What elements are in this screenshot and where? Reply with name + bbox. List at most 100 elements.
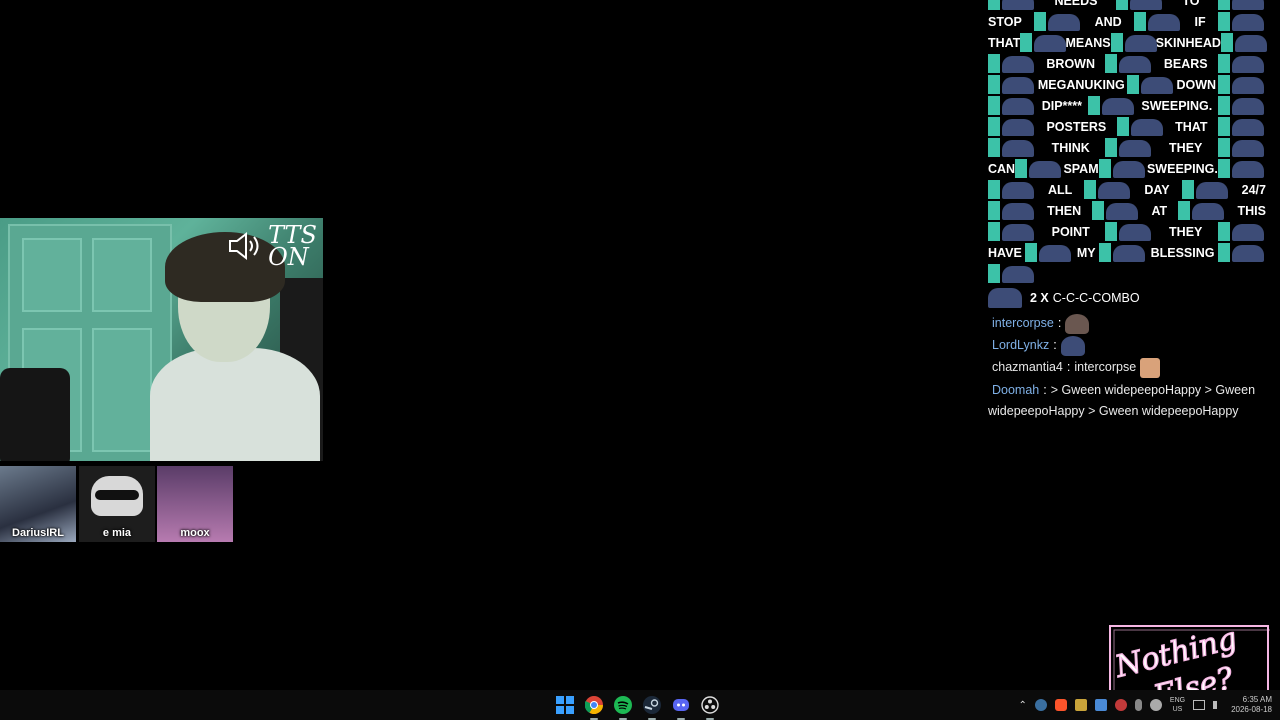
chat-message: LordLynkz: <box>992 335 1085 356</box>
spam-word: THAT <box>1175 119 1208 134</box>
start-icon[interactable] <box>555 695 575 715</box>
steam-tray-icon[interactable] <box>1034 699 1047 711</box>
discord-icon[interactable] <box>671 695 691 720</box>
emote-icon <box>1217 222 1266 241</box>
app-tray-icon[interactable] <box>1074 699 1087 711</box>
participant-tile[interactable]: DariusIRL <box>0 466 76 542</box>
spam-word: MEGANUKING <box>1037 77 1125 92</box>
spam-line: POSTERS THAT <box>988 116 1266 137</box>
spam-line: ALL DAY 24/7 <box>988 179 1266 200</box>
chat-text: > Gween widepeepoHappy > Gween <box>1050 383 1256 397</box>
spam-word: THINK <box>1051 140 1090 155</box>
spam-word: CAN <box>988 161 1016 176</box>
emote-icon <box>1181 180 1230 199</box>
spam-word: THEY <box>1169 224 1203 239</box>
chevron-up-icon[interactable]: ⌃ <box>1019 700 1027 711</box>
chat-username[interactable]: chazmantia4 <box>992 357 1063 378</box>
tts-state: ON <box>268 243 309 271</box>
spam-word: ALL <box>1048 182 1073 197</box>
spam-word: STOP <box>988 14 1022 29</box>
network-icon[interactable] <box>1193 700 1206 710</box>
clock-time: 6:35 AM <box>1242 695 1272 704</box>
emote-icon <box>1015 159 1063 178</box>
chat-overlay: NEEDS TO STOP AND IF THAT MEANS SKINHEAD BROWN BE… <box>988 0 1273 430</box>
participant-name: e mia <box>102 527 132 539</box>
webcam-feed: TTS ON <box>0 218 323 461</box>
participant-name: DariusIRL <box>12 527 64 539</box>
spam-line: THINK THEY <box>988 137 1266 158</box>
volume-icon[interactable] <box>1213 701 1223 709</box>
emote-icon <box>988 75 1036 94</box>
spam-word: THIS <box>1237 203 1266 218</box>
spam-line: STOP AND IF <box>988 11 1266 32</box>
spam-word: DOWN <box>1176 77 1217 92</box>
chat-username[interactable]: intercorpse <box>992 313 1054 334</box>
door-panel <box>92 328 152 452</box>
spam-word: SWEEPING. <box>1141 98 1213 113</box>
app-tray-icon[interactable] <box>1094 699 1107 711</box>
chat-separator: : <box>1053 338 1057 352</box>
app-tray-icon[interactable] <box>1149 699 1162 711</box>
emote-icon <box>1217 75 1266 94</box>
spam-line: POINT THEY <box>988 221 1266 242</box>
spam-word: BLESSING <box>1150 245 1215 260</box>
emote-icon <box>1220 33 1268 52</box>
spam-word: THEY <box>1169 140 1203 155</box>
spam-line: THEN AT THIS <box>988 200 1266 221</box>
emote-icon <box>988 222 1036 241</box>
emote-icon <box>988 54 1036 73</box>
emote-icon <box>1217 138 1266 157</box>
language-indicator[interactable]: ENG US <box>1170 696 1185 714</box>
emote-icon <box>1115 0 1164 10</box>
emote-icon <box>1087 96 1136 115</box>
emote-icon <box>1084 180 1132 199</box>
emote-icon <box>1099 243 1147 262</box>
participant-tile[interactable]: e mia <box>79 466 155 542</box>
spam-word: MEANS <box>1065 35 1111 50</box>
brave-tray-icon[interactable] <box>1054 699 1067 711</box>
emote-icon <box>1217 12 1266 31</box>
spam-word: SKINHEAD <box>1155 35 1221 50</box>
emote-icon <box>1105 54 1153 73</box>
emote-icon <box>1020 33 1067 52</box>
door-panel <box>92 238 152 312</box>
emote-icon <box>1034 12 1082 31</box>
door-panel <box>22 238 82 312</box>
chat-separator: : <box>1066 360 1071 374</box>
speaker-icon <box>229 231 259 261</box>
combo-notice: 2 X C-C-C-COMBO <box>988 288 1140 308</box>
spotify-icon[interactable] <box>613 695 633 720</box>
app-tray-icon[interactable] <box>1114 699 1127 711</box>
steam-icon[interactable] <box>642 695 662 720</box>
obs-icon[interactable] <box>700 695 720 720</box>
language-label: ENG <box>1169 697 1186 704</box>
spam-line: MEGANUKING DOWN <box>988 74 1266 95</box>
spam-word: DAY <box>1144 182 1170 197</box>
spam-line <box>988 263 1266 284</box>
chat-username[interactable]: LordLynkz <box>992 335 1049 356</box>
taskbar: ⌃ ENG US 6:35 AM 2026-08-18 <box>0 690 1280 720</box>
system-tray: ⌃ ENG US 6:35 AM 2026-08-18 <box>1019 690 1272 720</box>
chat-separator: : <box>1057 316 1062 330</box>
chrome-icon[interactable] <box>584 695 604 720</box>
spam-word: AT <box>1151 203 1168 218</box>
chat-username[interactable]: Doomah <box>992 380 1039 401</box>
combo-text: C-C-C-COMBO <box>1052 291 1140 305</box>
emote-icon <box>1105 222 1153 241</box>
spam-word: POSTERS <box>1046 119 1107 134</box>
chat-message: chazmantia4: intercorpse <box>992 357 1161 378</box>
chat-text: widepeepoHappy > Gween widepeepoHappy <box>988 404 1239 418</box>
clock[interactable]: 6:35 AM 2026-08-18 <box>1231 695 1272 715</box>
emote-icon <box>988 264 1036 283</box>
emote-icon <box>1140 357 1161 378</box>
clock-date: 2026-08-18 <box>1231 705 1272 714</box>
spam-line: CAN SPAM SWEEPING. <box>988 158 1266 179</box>
participant-tile[interactable]: moox <box>157 466 233 542</box>
emote-icon <box>988 201 1036 220</box>
emote-icon <box>1092 201 1140 220</box>
chat-message: intercorpse: <box>992 313 1090 334</box>
emote-icon <box>988 138 1036 157</box>
microphone-icon[interactable] <box>1134 699 1142 711</box>
spam-word: THEN <box>1047 203 1082 218</box>
spam-word: SWEEPING. <box>1146 161 1218 176</box>
